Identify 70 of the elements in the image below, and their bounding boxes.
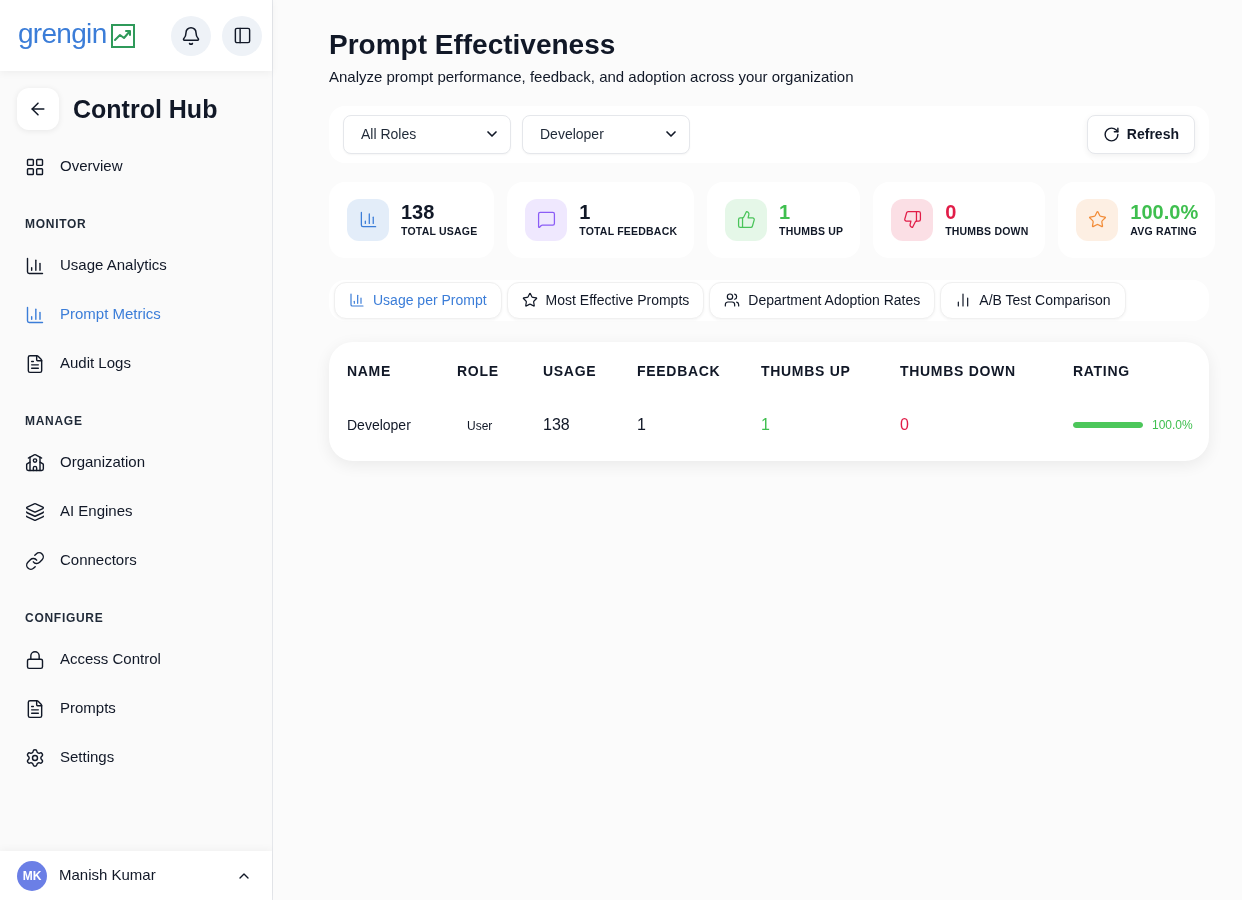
rating-value: 100.0% — [1152, 416, 1193, 434]
refresh-icon — [1102, 125, 1120, 143]
tab[interactable]: A/B Test Comparison — [940, 281, 1126, 319]
building-icon — [25, 452, 45, 473]
nav-item[interactable]: AI Engines — [25, 487, 247, 536]
layers-icon — [25, 501, 45, 522]
back-button[interactable] — [17, 88, 59, 130]
stat-value: 0 — [945, 199, 958, 224]
bell-icon — [181, 25, 201, 46]
stat-label: THUMBS DOWN — [945, 223, 1029, 239]
stat-label: THUMBS UP — [779, 223, 844, 239]
avatar-initials: MK — [22, 867, 42, 885]
users-icon — [724, 292, 741, 308]
table-cell: 0 — [900, 415, 909, 433]
nav-item[interactable]: Audit Logs — [25, 339, 247, 388]
column-header: NAME — [347, 362, 392, 379]
stat-label: AVG RATING — [1130, 223, 1198, 239]
page-subtitle: Analyze prompt performance, feedback, and adoption across your organization — [329, 67, 855, 87]
stat-value: 1 — [779, 199, 792, 224]
stat-value: 1 — [579, 199, 592, 224]
link-icon — [25, 550, 45, 571]
nav-item[interactable]: Usage Analytics — [25, 241, 247, 290]
tab[interactable]: Usage per Prompt — [334, 281, 502, 319]
grid-icon — [25, 156, 45, 177]
table-cell-text: User — [466, 418, 493, 433]
page-title: Prompt Effectiveness — [329, 28, 617, 62]
sidebar-toggle-button[interactable] — [222, 15, 262, 56]
column-header: ROLE — [457, 362, 499, 379]
column-header: FEEDBACK — [637, 362, 721, 379]
notification-button[interactable] — [171, 15, 211, 56]
section-heading: CONFIGURE — [25, 610, 104, 627]
star-icon — [521, 292, 538, 308]
tab[interactable]: Department Adoption Rates — [709, 281, 936, 319]
table-cell: 1 — [637, 415, 646, 433]
column-header: THUMBS UP — [761, 362, 851, 379]
sidebar-title: Control Hub — [73, 96, 218, 122]
table-cell: 138 — [543, 415, 570, 433]
dropdown-select[interactable]: Developer — [522, 114, 690, 154]
nav-item[interactable]: Connectors — [25, 536, 247, 585]
bar-chart-icon — [25, 255, 45, 276]
document-icon — [25, 353, 45, 374]
section-heading: MANAGE — [25, 413, 83, 430]
refresh-button[interactable]: Refresh — [1086, 114, 1195, 154]
table-cell: Developer — [347, 416, 411, 433]
stat-label: TOTAL USAGE — [401, 223, 478, 239]
tab[interactable]: Most Effective Prompts — [506, 281, 705, 319]
user-name: Manish Kumar — [59, 865, 156, 886]
logo-text: grengin — [18, 19, 107, 51]
section-heading: MONITOR — [25, 216, 87, 233]
stat-label: TOTAL FEEDBACK — [579, 223, 678, 239]
dropdown-select[interactable]: All Roles — [343, 114, 511, 154]
column-header: THUMBS DOWN — [900, 362, 1016, 379]
settings-icon — [25, 747, 45, 768]
stat-value: 100.0% — [1130, 199, 1199, 224]
nav-item[interactable]: Overview — [25, 142, 247, 191]
panel-icon — [232, 26, 252, 45]
nav-item[interactable]: Prompts — [25, 684, 247, 733]
column-header: RATING — [1073, 362, 1130, 379]
nav-item[interactable]: Prompt Metrics — [25, 290, 247, 339]
bar-chart-icon — [349, 292, 365, 308]
lock-icon — [25, 649, 45, 670]
table-cell: 1 — [761, 415, 770, 433]
nav-item[interactable]: Organization — [25, 438, 247, 487]
stat-value: 138 — [401, 199, 436, 224]
nav-item[interactable]: Access Control — [25, 635, 247, 684]
nav-item[interactable]: Settings — [25, 733, 247, 782]
bar-chart-icon — [25, 304, 45, 325]
trend-chart-icon — [110, 23, 135, 48]
document-icon — [25, 698, 45, 719]
column-header: USAGE — [543, 362, 597, 379]
